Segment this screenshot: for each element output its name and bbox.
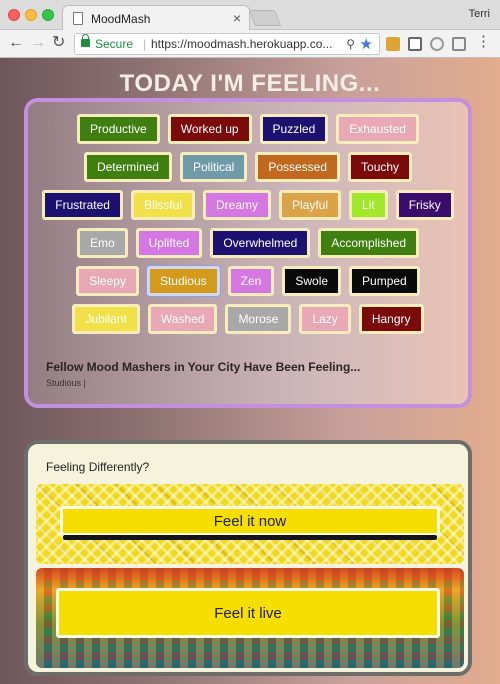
browser-tab[interactable]: MoodMash × <box>62 5 250 31</box>
page-icon <box>73 12 83 25</box>
mood-button-political[interactable]: Political <box>179 152 248 182</box>
mood-button-playful[interactable]: Playful <box>279 190 342 220</box>
mood-button-washed[interactable]: Washed <box>147 304 218 334</box>
mood-button-uplifted[interactable]: Uplifted <box>135 228 203 258</box>
feeling-differently-title: Feeling Differently? <box>46 460 150 474</box>
page-title: TODAY I'M FEELING... <box>119 70 381 97</box>
mood-button-studious[interactable]: Studious <box>146 266 220 296</box>
zoom-icon[interactable]: ⚲ <box>346 37 355 51</box>
city-moods-list: Studious | <box>46 378 86 388</box>
mood-button-exhausted[interactable]: Exhausted <box>336 114 419 144</box>
close-window-icon[interactable] <box>8 9 20 21</box>
feel-now-banner: Feel it now <box>36 484 464 564</box>
minimize-window-icon[interactable] <box>25 9 37 21</box>
feel-live-banner: Feel it live <box>36 568 464 668</box>
browser-titlebar: MoodMash × Terri <box>0 0 500 31</box>
new-tab-button[interactable] <box>249 10 281 26</box>
mood-button-puzzled[interactable]: Puzzled <box>259 114 329 144</box>
mood-button-zen[interactable]: Zen <box>227 266 275 296</box>
lock-icon <box>81 34 90 47</box>
browser-toolbar: ← → ↻ Secure | https://moodmash.herokuap… <box>0 30 500 58</box>
mood-button-lit[interactable]: Lit <box>349 190 388 220</box>
city-moods-title: Fellow Mood Mashers in Your City Have Be… <box>46 360 361 374</box>
mood-button-dreamy[interactable]: Dreamy <box>202 190 271 220</box>
mood-button-morose[interactable]: Morose <box>225 304 292 334</box>
extension-frame-icon[interactable] <box>408 37 422 51</box>
mood-button-productive[interactable]: Productive <box>77 114 160 144</box>
feel-it-live-button[interactable]: Feel it live <box>56 588 440 638</box>
bookmark-star-icon[interactable]: ★ <box>360 35 373 53</box>
tab-title: MoodMash <box>91 12 151 26</box>
mood-button-frustrated[interactable]: Frustrated <box>42 190 123 220</box>
mood-panel: Productive Worked up Puzzled Exhausted Deter… <box>24 98 472 408</box>
feeling-differently-panel: Feeling Differently? Feel it now Feel it… <box>24 440 472 676</box>
mood-button-blissful[interactable]: Blissful <box>130 190 195 220</box>
page-content: TODAY I'M FEELING... Productive Worked up… <box>0 58 500 684</box>
forward-icon[interactable]: → <box>30 35 46 51</box>
mood-button-determined[interactable]: Determined <box>83 152 172 182</box>
mood-button-emo[interactable]: Emo <box>76 228 128 258</box>
reload-icon[interactable]: ↻ <box>52 35 65 51</box>
separator: | <box>143 37 147 51</box>
feel-it-now-button[interactable]: Feel it now <box>60 506 440 536</box>
mood-button-jubilant[interactable]: Jubilant <box>72 304 140 334</box>
mood-button-pumped[interactable]: Pumped <box>349 266 420 296</box>
mood-button-list: Productive Worked up Puzzled Exhausted Deter… <box>38 110 458 338</box>
tab-close-icon[interactable]: × <box>233 10 241 26</box>
mood-button-frisky[interactable]: Frisky <box>395 190 454 220</box>
profile-name[interactable]: Terri <box>469 8 490 20</box>
mood-button-possessed[interactable]: Possessed <box>255 152 341 182</box>
mood-button-swole[interactable]: Swole <box>282 266 342 296</box>
secure-label: Secure <box>95 37 134 51</box>
maximize-window-icon[interactable] <box>42 9 54 21</box>
mood-button-worked-up[interactable]: Worked up <box>167 114 252 144</box>
mood-button-lazy[interactable]: Lazy <box>299 304 351 334</box>
mood-button-overwhelmed[interactable]: Overwhelmed <box>210 228 311 258</box>
extension-paint-icon[interactable] <box>386 37 400 51</box>
url-text[interactable]: https://moodmash.herokuapp.co... <box>151 37 337 51</box>
extension-gear-icon[interactable] <box>452 37 466 51</box>
mood-button-accomplished[interactable]: Accomplished <box>318 228 420 258</box>
menu-icon[interactable]: ⋮ <box>476 34 491 50</box>
back-icon[interactable]: ← <box>8 35 24 51</box>
mood-button-hangry[interactable]: Hangry <box>358 304 424 334</box>
mood-button-touchy[interactable]: Touchy <box>348 152 413 182</box>
address-bar[interactable]: Secure | https://moodmash.herokuapp.co..… <box>74 33 380 55</box>
mood-button-sleepy[interactable]: Sleepy <box>76 266 139 296</box>
extension-circle-icon[interactable] <box>430 37 444 51</box>
feel-now-progress-bar <box>63 535 437 540</box>
